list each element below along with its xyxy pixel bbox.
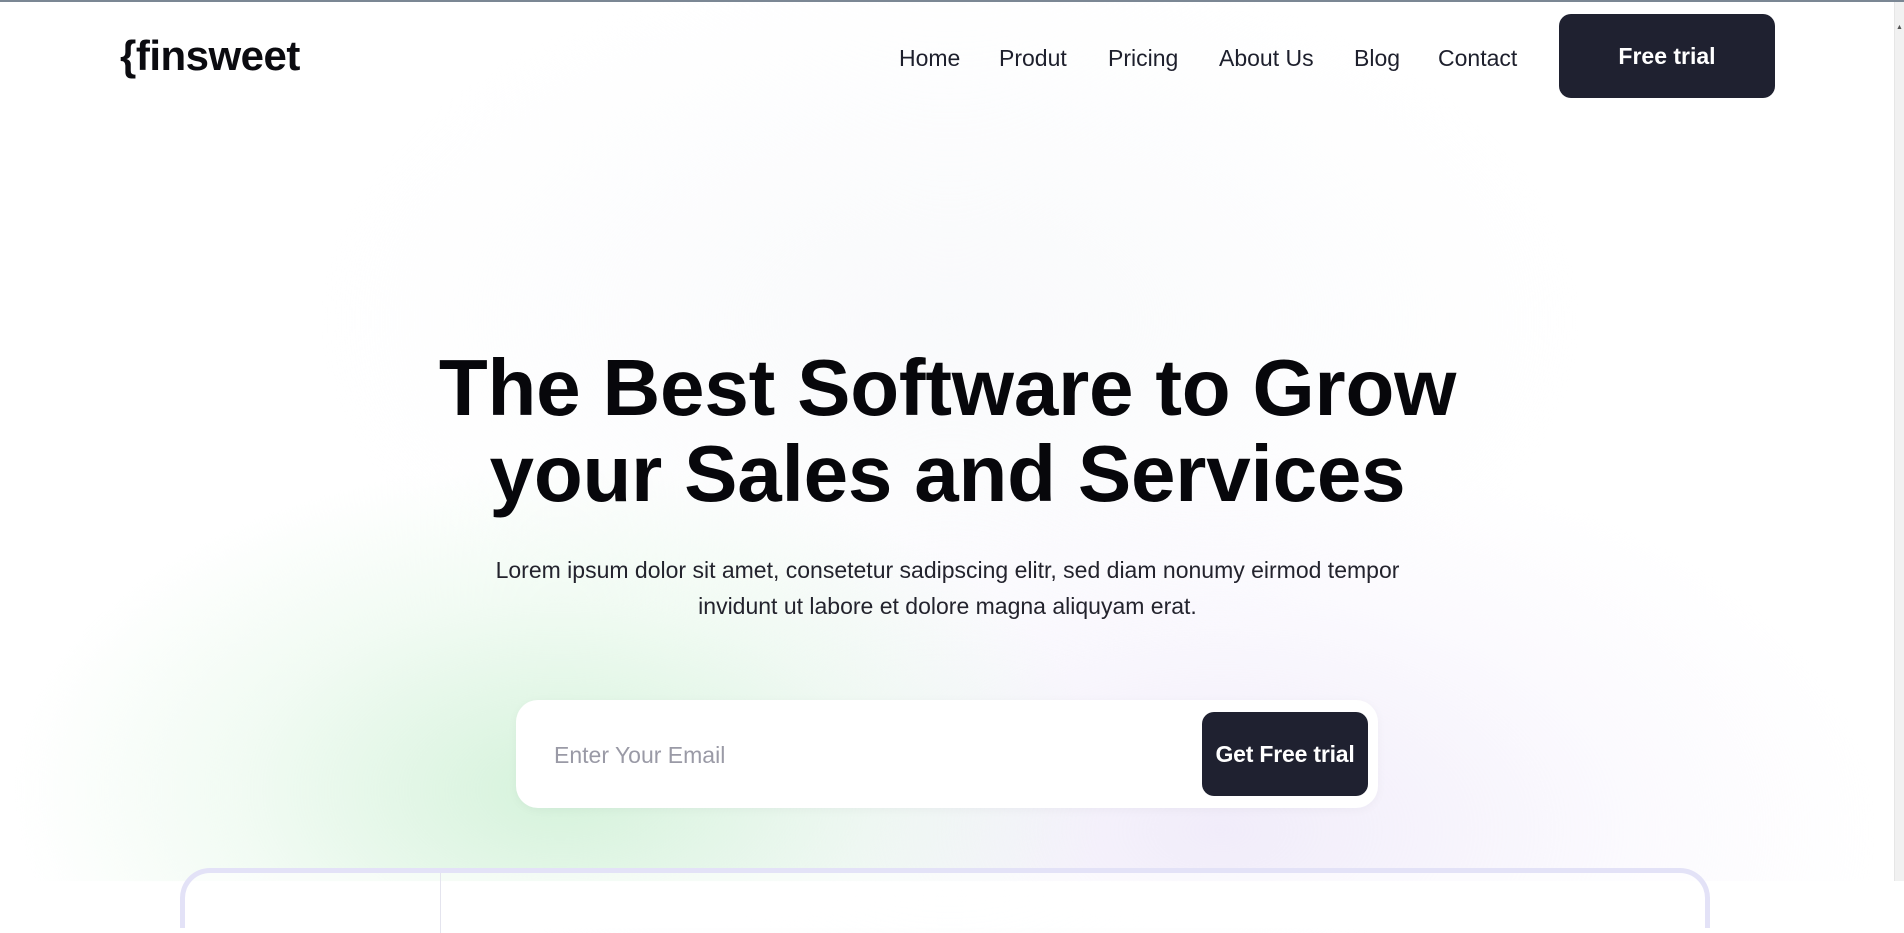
finsweet-logo[interactable]: {finsweet xyxy=(120,30,300,82)
get-free-trial-button[interactable]: Get Free trial xyxy=(1202,712,1368,796)
hero-title-line-2: your Sales and Services xyxy=(489,429,1406,518)
preview-sidebar-divider xyxy=(440,873,441,933)
hero-subtitle-line-2: invidunt ut labore et dolore magna aliqu… xyxy=(698,593,1197,619)
page-scrollbar[interactable]: ▲ xyxy=(1894,2,1904,881)
hero-subtitle: Lorem ipsum dolor sit amet, consetetur s… xyxy=(440,552,1455,624)
hero-title: The Best Software to Grow your Sales and… xyxy=(340,345,1555,517)
free-trial-button[interactable]: Free trial xyxy=(1559,14,1775,98)
nav-item-pricing[interactable]: Pricing xyxy=(1108,40,1178,76)
site-header: {finsweet Home Produt Pricing About Us B… xyxy=(0,2,1895,110)
email-input[interactable] xyxy=(552,730,1156,780)
email-signup-form: Get Free trial xyxy=(516,700,1378,808)
nav-item-blog[interactable]: Blog xyxy=(1354,40,1400,76)
hero-title-line-1: The Best Software to Grow xyxy=(438,343,1457,432)
nav-item-product[interactable]: Produt xyxy=(999,40,1067,76)
product-preview-frame xyxy=(180,868,1710,933)
nav-item-home[interactable]: Home xyxy=(899,40,960,76)
hero-subtitle-line-1: Lorem ipsum dolor sit amet, consetetur s… xyxy=(495,557,1400,583)
scroll-up-arrow-icon[interactable]: ▲ xyxy=(1896,24,1903,31)
nav-item-about-us[interactable]: About Us xyxy=(1219,40,1314,76)
nav-item-contact[interactable]: Contact xyxy=(1438,40,1517,76)
